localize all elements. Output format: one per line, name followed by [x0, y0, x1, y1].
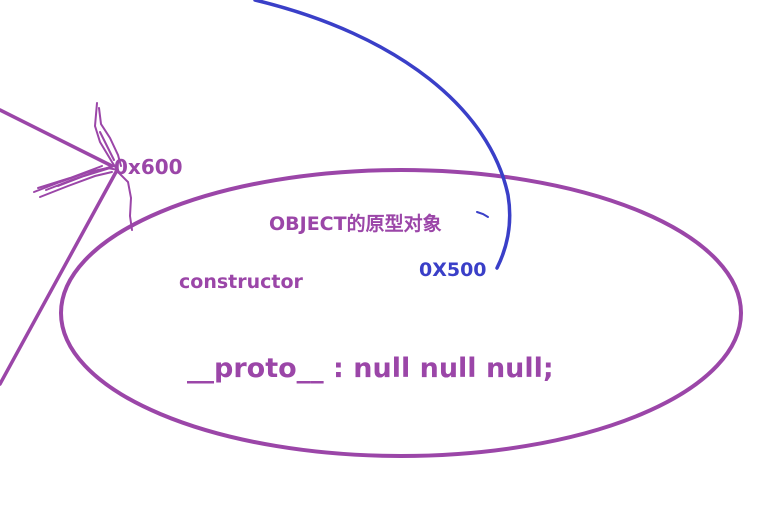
- diagram-canvas: 0x600 OBJECT的原型对象 0X500 constructor __pr…: [0, 0, 743, 458]
- address-0x600-label: 0x600: [114, 155, 183, 179]
- prototype-title-label: OBJECT的原型对象: [269, 212, 442, 235]
- constructor-label: constructor: [179, 271, 304, 293]
- arrow-line-lower: [0, 170, 118, 386]
- pointer-tick-mark: [476, 211, 489, 218]
- address-0x500-label: 0X500: [419, 259, 487, 281]
- proto-label: __proto__ : null null null;: [187, 353, 554, 384]
